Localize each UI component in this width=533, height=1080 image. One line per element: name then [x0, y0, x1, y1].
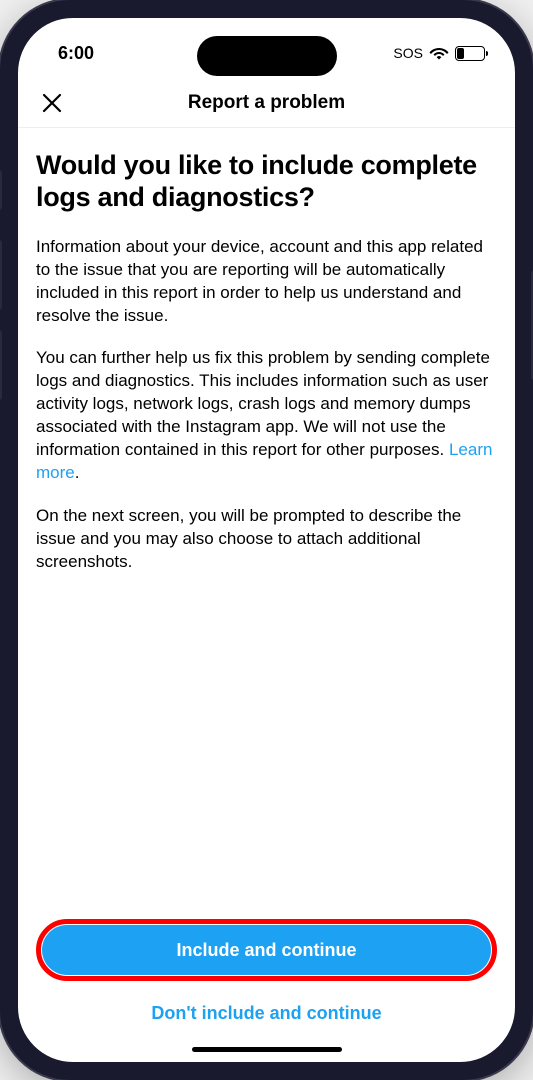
wifi-icon [429, 46, 449, 60]
volume-up-button [0, 240, 2, 310]
primary-button-highlight: Include and continue [36, 919, 497, 981]
close-icon [41, 92, 63, 114]
paragraph-2-dot: . [75, 463, 80, 482]
include-and-continue-button[interactable]: Include and continue [42, 925, 491, 975]
status-time: 6:00 [58, 43, 94, 64]
sos-indicator: SOS [393, 45, 423, 61]
silent-switch [0, 170, 2, 210]
status-right: SOS 27 [393, 45, 485, 61]
dynamic-island [197, 36, 337, 76]
footer-actions: Include and continue Don't include and c… [18, 909, 515, 1062]
screen: 6:00 SOS 27 Report a probl [18, 18, 515, 1062]
battery-percentage: 27 [464, 48, 475, 59]
content-area: Would you like to include complete logs … [18, 128, 515, 909]
paragraph-2-text: You can further help us fix this problem… [36, 348, 490, 459]
battery-icon: 27 [455, 46, 485, 61]
volume-down-button [0, 330, 2, 400]
dont-include-button[interactable]: Don't include and continue [36, 995, 497, 1032]
heading: Would you like to include complete logs … [36, 150, 497, 214]
page-title: Report a problem [188, 92, 345, 114]
home-indicator[interactable] [192, 1047, 342, 1052]
paragraph-2: You can further help us fix this problem… [36, 347, 497, 485]
paragraph-3: On the next screen, you will be prompted… [36, 505, 497, 574]
phone-frame: 6:00 SOS 27 Report a probl [0, 0, 533, 1080]
nav-header: Report a problem [18, 78, 515, 128]
battery-fill [457, 48, 464, 59]
close-button[interactable] [36, 87, 68, 119]
paragraph-1: Information about your device, account a… [36, 236, 497, 328]
